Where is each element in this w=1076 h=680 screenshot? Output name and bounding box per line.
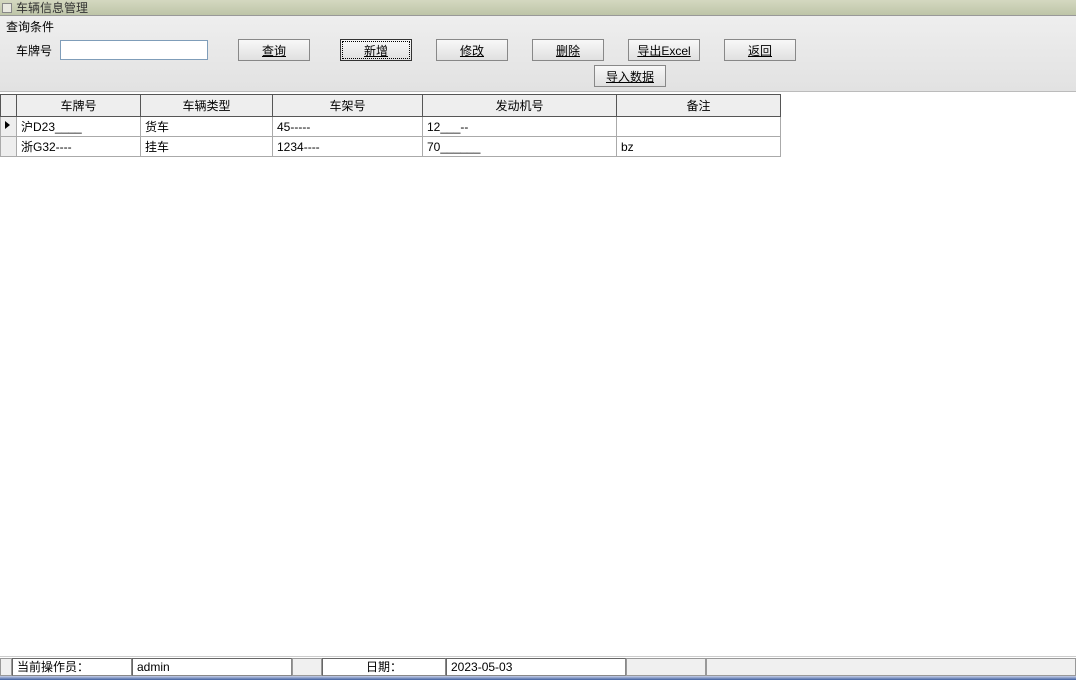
cell-remark[interactable] [617,117,781,137]
cell-engine[interactable]: 70______ [423,137,617,157]
window-title: 车辆信息管理 [16,0,88,16]
edit-button[interactable]: 修改 [436,39,508,61]
status-date-label: 日期： [322,658,446,676]
import-button[interactable]: 导入数据 [594,65,666,87]
table-row[interactable]: 沪D23____ 货车 45----- 12___-- [1,117,781,137]
col-header-engine[interactable]: 发动机号 [423,95,617,117]
status-operator-label: 当前操作员： [12,658,132,676]
cell-remark[interactable]: bz [617,137,781,157]
cell-type[interactable]: 挂车 [141,137,273,157]
back-button[interactable]: 返回 [724,39,796,61]
title-bar: 车辆信息管理 [0,0,1076,16]
col-header-vin[interactable]: 车架号 [273,95,423,117]
cell-vin[interactable]: 1234---- [273,137,423,157]
plate-label: 车牌号 [4,42,54,59]
current-row-icon [5,121,10,129]
row-indicator-cell[interactable] [1,117,17,137]
query-panel-label: 查询条件 [6,18,1072,35]
row-selector-header [1,95,17,117]
status-bar: 当前操作员： admin 日期： 2023-05-03 [0,656,1076,676]
status-spacer [626,658,706,676]
cell-vin[interactable]: 45----- [273,117,423,137]
status-operator-value: admin [132,658,292,676]
status-spacer [0,658,12,676]
col-header-type[interactable]: 车辆类型 [141,95,273,117]
col-header-remark[interactable]: 备注 [617,95,781,117]
row-indicator-cell[interactable] [1,137,17,157]
cell-plate[interactable]: 沪D23____ [17,117,141,137]
cell-type[interactable]: 货车 [141,117,273,137]
status-spacer [706,658,1076,676]
export-button[interactable]: 导出Excel [628,39,700,61]
control-menu-icon[interactable] [2,3,12,13]
status-spacer [292,658,322,676]
plate-input[interactable] [60,40,208,60]
window-bottom-edge [0,676,1076,680]
query-panel: 查询条件 车牌号 查询 新增 修改 删除 导出Excel 返回 导入数据 [0,16,1076,92]
table-body: 沪D23____ 货车 45----- 12___-- 浙G32---- 挂车 … [1,117,781,157]
vehicle-table[interactable]: 车牌号 车辆类型 车架号 发动机号 备注 沪D23____ 货车 45-----… [0,94,781,157]
cell-engine[interactable]: 12___-- [423,117,617,137]
status-date-value: 2023-05-03 [446,658,626,676]
add-button[interactable]: 新增 [340,39,412,61]
delete-button[interactable]: 删除 [532,39,604,61]
table-header-row: 车牌号 车辆类型 车架号 发动机号 备注 [1,95,781,117]
cell-plate[interactable]: 浙G32---- [17,137,141,157]
table-row[interactable]: 浙G32---- 挂车 1234---- 70______ bz [1,137,781,157]
search-button[interactable]: 查询 [238,39,310,61]
col-header-plate[interactable]: 车牌号 [17,95,141,117]
